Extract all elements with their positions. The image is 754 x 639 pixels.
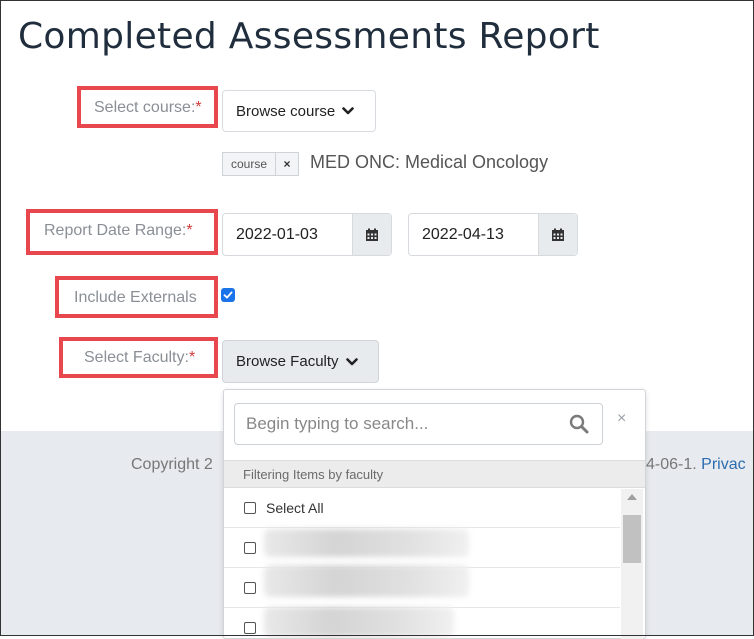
faculty-item-checkbox[interactable] (244, 622, 256, 634)
privacy-link[interactable]: Privac (701, 456, 745, 473)
chevron-down-icon (345, 357, 358, 365)
calendar-icon (366, 228, 378, 241)
select-faculty-label: Select Faculty:* (84, 349, 195, 367)
select-course-label-text: Select course: (94, 99, 196, 116)
remove-course-tag-button[interactable]: × (276, 157, 298, 171)
search-icon (569, 414, 589, 434)
browse-faculty-label: Browse Faculty (236, 353, 339, 370)
required-marker: * (195, 99, 202, 116)
report-date-range-label: Report Date Range:* (44, 222, 193, 240)
footer-copyright: Copyright 2 (131, 456, 213, 473)
required-marker: * (188, 349, 196, 366)
end-date-value[interactable]: 2022-04-13 (409, 214, 538, 255)
redacted-name (264, 565, 469, 597)
select-all-label: Select All (266, 500, 324, 516)
report-date-range-label-text: Report Date Range: (44, 222, 187, 239)
page-title: Completed Assessments Report (18, 16, 600, 57)
start-date-value[interactable]: 2022-01-03 (223, 214, 352, 255)
required-marker: * (186, 222, 193, 239)
footer-version: 4-06-1. Privac (646, 456, 746, 474)
close-dropdown-button[interactable]: × (617, 410, 626, 428)
scroll-up-arrow-icon[interactable] (627, 494, 637, 500)
redacted-name (264, 607, 454, 637)
start-date-field[interactable]: 2022-01-03 (222, 213, 392, 256)
redacted-name (264, 529, 469, 557)
browse-faculty-button[interactable]: Browse Faculty (222, 340, 379, 383)
select-all-row[interactable]: Select All (224, 489, 620, 528)
browse-course-label: Browse course (236, 102, 336, 120)
select-faculty-label-text: Select Faculty: (84, 349, 189, 366)
faculty-list-scrollbar[interactable] (621, 489, 643, 639)
calendar-icon (552, 228, 564, 241)
faculty-item-checkbox[interactable] (244, 542, 256, 554)
footer-version-text: 4-06-1. (646, 456, 697, 473)
end-date-calendar-button[interactable] (538, 214, 577, 255)
course-tag: course × (222, 152, 300, 176)
include-externals-label: Include Externals (74, 289, 197, 306)
faculty-search-input[interactable] (235, 413, 568, 435)
faculty-search-box[interactable] (234, 403, 603, 445)
select-course-label: Select course:* (94, 99, 202, 117)
faculty-list: Select All (224, 489, 620, 639)
faculty-item-checkbox[interactable] (244, 582, 256, 594)
chevron-down-icon (342, 107, 355, 115)
selected-course-name: MED ONC: Medical Oncology (310, 152, 549, 172)
scroll-thumb[interactable] (623, 515, 641, 563)
course-tag-label: course (223, 153, 277, 175)
start-date-calendar-button[interactable] (352, 214, 391, 255)
faculty-dropdown: × Filtering Items by faculty Select All (223, 389, 646, 639)
checkmark-icon (223, 291, 233, 299)
filter-group-header: Filtering Items by faculty (224, 460, 645, 488)
include-externals-checkbox[interactable] (221, 288, 235, 302)
select-all-checkbox[interactable] (244, 502, 256, 514)
browse-course-button[interactable]: Browse course (222, 90, 376, 132)
end-date-field[interactable]: 2022-04-13 (408, 213, 578, 256)
